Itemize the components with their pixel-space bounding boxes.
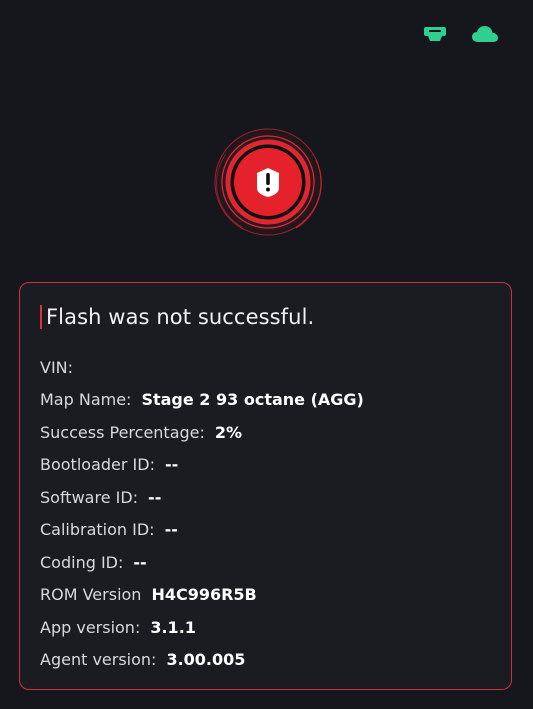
- detail-value: Stage 2 93 octane (AGG): [141, 390, 364, 410]
- alert-graphic: [212, 126, 324, 238]
- detail-row-software-id: Software ID: --: [40, 481, 491, 514]
- detail-label: VIN:: [40, 357, 74, 377]
- detail-value: --: [164, 520, 178, 540]
- detail-label: App version:: [40, 617, 141, 637]
- detail-value: H4C996R5B: [151, 585, 257, 605]
- detail-value: 2%: [214, 422, 243, 442]
- detail-label: Success Percentage:: [40, 422, 205, 442]
- detail-row-coding-id: Coding ID: --: [40, 546, 491, 579]
- detail-label: Calibration ID:: [40, 520, 155, 540]
- detail-row-vin: VIN:: [40, 351, 491, 384]
- detail-label: Bootloader ID:: [40, 455, 155, 475]
- detail-value: 3.00.005: [166, 650, 246, 670]
- detail-list: VIN: Map Name: Stage 2 93 octane (AGG) S…: [40, 351, 491, 676]
- detail-label: Agent version:: [40, 650, 157, 670]
- detail-row-agent-version: Agent version: 3.00.005: [40, 644, 491, 677]
- detail-label: Map Name:: [40, 390, 132, 410]
- detail-row-app-version: App version: 3.1.1: [40, 611, 491, 644]
- detail-value: --: [133, 552, 147, 572]
- detail-row-bootloader-id: Bootloader ID: --: [40, 449, 491, 482]
- detail-value: 3.1.1: [150, 617, 196, 637]
- detail-row-map-name: Map Name: Stage 2 93 octane (AGG): [40, 384, 491, 417]
- detail-value: --: [148, 487, 162, 507]
- exclamation-icon: [257, 168, 279, 197]
- flash-result-screen: Flash was not successful. VIN: Map Name:…: [0, 0, 533, 709]
- result-card: Flash was not successful. VIN: Map Name:…: [19, 282, 512, 690]
- detail-label: ROM Version: [40, 585, 142, 605]
- detail-label: Coding ID:: [40, 552, 124, 572]
- cloud-icon[interactable]: [471, 24, 499, 44]
- detail-label: Software ID:: [40, 487, 139, 507]
- detail-row-rom-version: ROM Version H4C996R5B: [40, 579, 491, 612]
- detail-row-calibration-id: Calibration ID: --: [40, 514, 491, 547]
- detail-row-success-percentage: Success Percentage: 2%: [40, 416, 491, 449]
- status-icons: [423, 24, 499, 44]
- result-title: Flash was not successful.: [40, 303, 491, 331]
- usb-adapter-icon[interactable]: [423, 25, 447, 43]
- detail-value: --: [164, 455, 179, 475]
